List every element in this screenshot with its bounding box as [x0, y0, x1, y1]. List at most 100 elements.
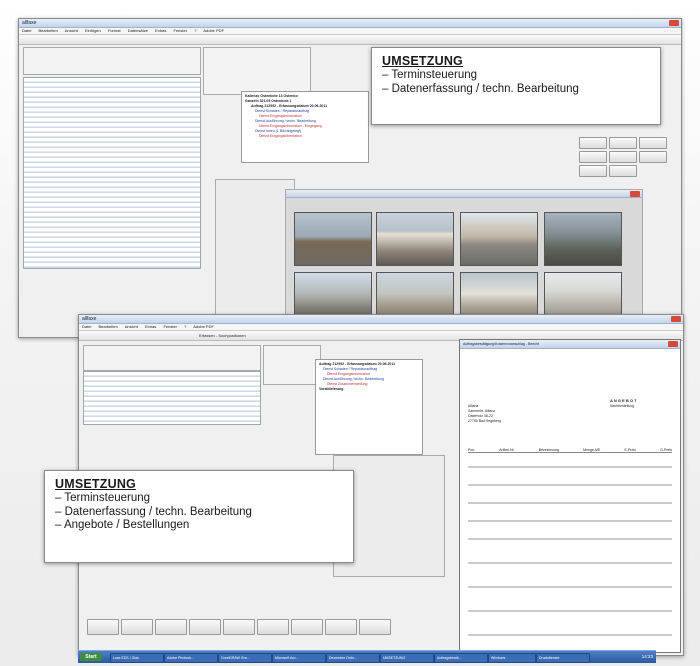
taskbar-item[interactable]: Microsoft Acc...: [272, 653, 326, 663]
taskbar-item[interactable]: Dezember Ordn...: [326, 653, 380, 663]
report-row: [468, 538, 672, 540]
report-row: [468, 484, 672, 486]
tree-node[interactable]: Dienst Eingangsinformation: [245, 134, 365, 139]
action-button[interactable]: [223, 619, 255, 635]
window-titlebar: allfaxe: [19, 19, 681, 28]
tree-node[interactable]: Vorablieferung: [319, 387, 419, 392]
order-table[interactable]: [23, 77, 201, 269]
photo-window: [285, 189, 643, 333]
callout-top: UMSETZUNG – Terminsteuerung – Datenerfas…: [371, 47, 661, 125]
report-heading: A N G E B O T: [610, 398, 637, 403]
column-header: E-Preis: [624, 448, 636, 452]
menu-item[interactable]: Fenster: [163, 324, 177, 329]
order-tree[interactable]: Auftrag 212992 - Erfassungsdatum 20.06.2…: [315, 359, 423, 455]
menu-item[interactable]: Datei: [82, 324, 91, 329]
action-button[interactable]: [579, 151, 607, 163]
action-button[interactable]: [87, 619, 119, 635]
photo-thumbnail[interactable]: [294, 212, 372, 266]
filter-panel: [23, 47, 201, 75]
menu-item[interactable]: Extras: [145, 324, 156, 329]
report-address: Allianz Sammelrt. Allianz Osterholz 36-2…: [468, 404, 501, 424]
menu-item[interactable]: Datei: [22, 28, 31, 33]
report-row: [468, 634, 672, 636]
column-header: Bezeichnung: [538, 448, 559, 452]
action-button[interactable]: [639, 137, 667, 149]
callout-item: – Terminsteuerung: [382, 69, 478, 81]
close-icon[interactable]: [630, 191, 640, 197]
photo-thumbnail[interactable]: [376, 212, 454, 266]
menu-item[interactable]: Ansicht: [65, 28, 78, 33]
action-button[interactable]: [189, 619, 221, 635]
menu-item[interactable]: Adobe PDF: [203, 28, 224, 33]
menu-item[interactable]: Bearbeiten: [38, 28, 57, 33]
form-panel: [203, 47, 311, 95]
report-window: Auftragsbestätigung/Kostenvoranschlag - …: [459, 339, 681, 653]
menu-item[interactable]: ?: [194, 28, 196, 33]
window-title: allfaxe: [22, 20, 37, 26]
edit-dialog: [215, 179, 295, 321]
action-button[interactable]: [291, 619, 323, 635]
photo-thumbnail[interactable]: [460, 212, 538, 266]
report-row: [468, 562, 672, 564]
action-button[interactable]: [359, 619, 391, 635]
callout-heading: UMSETZUNG: [382, 54, 463, 68]
taskbar-item[interactable]: Auftragsbestä...: [434, 653, 488, 663]
report-row: [468, 466, 672, 468]
taskbar-item[interactable]: Windows: [488, 653, 536, 663]
window-title: allfaxe: [82, 316, 97, 322]
menu-item[interactable]: ?: [184, 324, 186, 329]
column-header: Menge-ME: [583, 448, 601, 452]
menu-bar: Datei Bearbeiten Ansicht Extras Fenster …: [79, 324, 683, 331]
callout-item: – Terminsteuerung: [55, 492, 151, 504]
menu-item[interactable]: Extras: [155, 28, 166, 33]
report-titlebar: Auftragsbestätigung/Kostenvoranschlag - …: [460, 340, 680, 349]
action-button[interactable]: [609, 137, 637, 149]
report-row: [468, 520, 672, 522]
taskbar-item[interactable]: Druckdienste: [536, 653, 590, 663]
photo-thumbnail[interactable]: [544, 212, 622, 266]
callout-bottom: UMSETZUNG – Terminsteuerung – Datenerfas…: [44, 470, 354, 563]
report-table-header: Pos. Artikel-Nr. Bezeichnung Menge-ME E-…: [468, 448, 672, 453]
order-table[interactable]: [83, 371, 261, 425]
report-subheading: Nachbestellung: [610, 404, 635, 408]
menu-item[interactable]: Format: [108, 28, 121, 33]
taskbar-item[interactable]: UMSETZUNG: [380, 653, 434, 663]
order-tree[interactable]: Kallenzo Ostenbote 13 Ostenbo Ganzeln 32…: [241, 91, 369, 163]
report-row: [468, 502, 672, 504]
action-button[interactable]: [609, 165, 637, 177]
column-header: Artikel-Nr.: [499, 448, 515, 452]
report-row: [468, 586, 672, 588]
taskbar-item[interactable]: CorelDRAW Gra...: [218, 653, 272, 663]
close-icon[interactable]: [669, 20, 679, 26]
toolbar: [19, 35, 681, 45]
report-title: Auftragsbestätigung/Kostenvoranschlag - …: [463, 342, 539, 346]
action-button[interactable]: [325, 619, 357, 635]
action-button[interactable]: [639, 151, 667, 163]
menu-item[interactable]: Bearbeiten: [98, 324, 117, 329]
start-button[interactable]: Start: [80, 653, 102, 661]
filter-panel: [83, 345, 261, 371]
action-button[interactable]: [121, 619, 153, 635]
menu-item[interactable]: Adobe PDF: [193, 324, 214, 329]
taskbar-item[interactable]: Adobe Photosh...: [164, 653, 218, 663]
address-line: 27755 Bad Segeberg: [468, 419, 502, 423]
report-row: [468, 610, 672, 612]
menu-item[interactable]: Fenster: [174, 28, 188, 33]
close-icon[interactable]: [671, 316, 681, 322]
callout-item: – Datenerfassung / techn. Bearbeitung: [382, 82, 579, 95]
action-button[interactable]: [609, 151, 637, 163]
action-button[interactable]: [257, 619, 289, 635]
menu-item[interactable]: Einfügen: [85, 28, 101, 33]
window-titlebar: allfaxe: [79, 315, 683, 324]
close-icon[interactable]: [668, 341, 678, 347]
action-button[interactable]: [579, 165, 607, 177]
menu-item[interactable]: Datensätze: [128, 28, 148, 33]
taskbar-item[interactable]: Lose EDS / Glas: [110, 653, 164, 663]
taskbar-clock: 14:23: [641, 654, 653, 659]
menu-bar: Datei Bearbeiten Ansicht Einfügen Format…: [19, 28, 681, 35]
action-button[interactable]: [155, 619, 187, 635]
menu-item[interactable]: Ansicht: [125, 324, 138, 329]
callout-item: – Datenerfassung / techn. Bearbeitung: [55, 505, 252, 518]
action-button[interactable]: [579, 137, 607, 149]
callout-heading: UMSETZUNG: [55, 477, 136, 491]
